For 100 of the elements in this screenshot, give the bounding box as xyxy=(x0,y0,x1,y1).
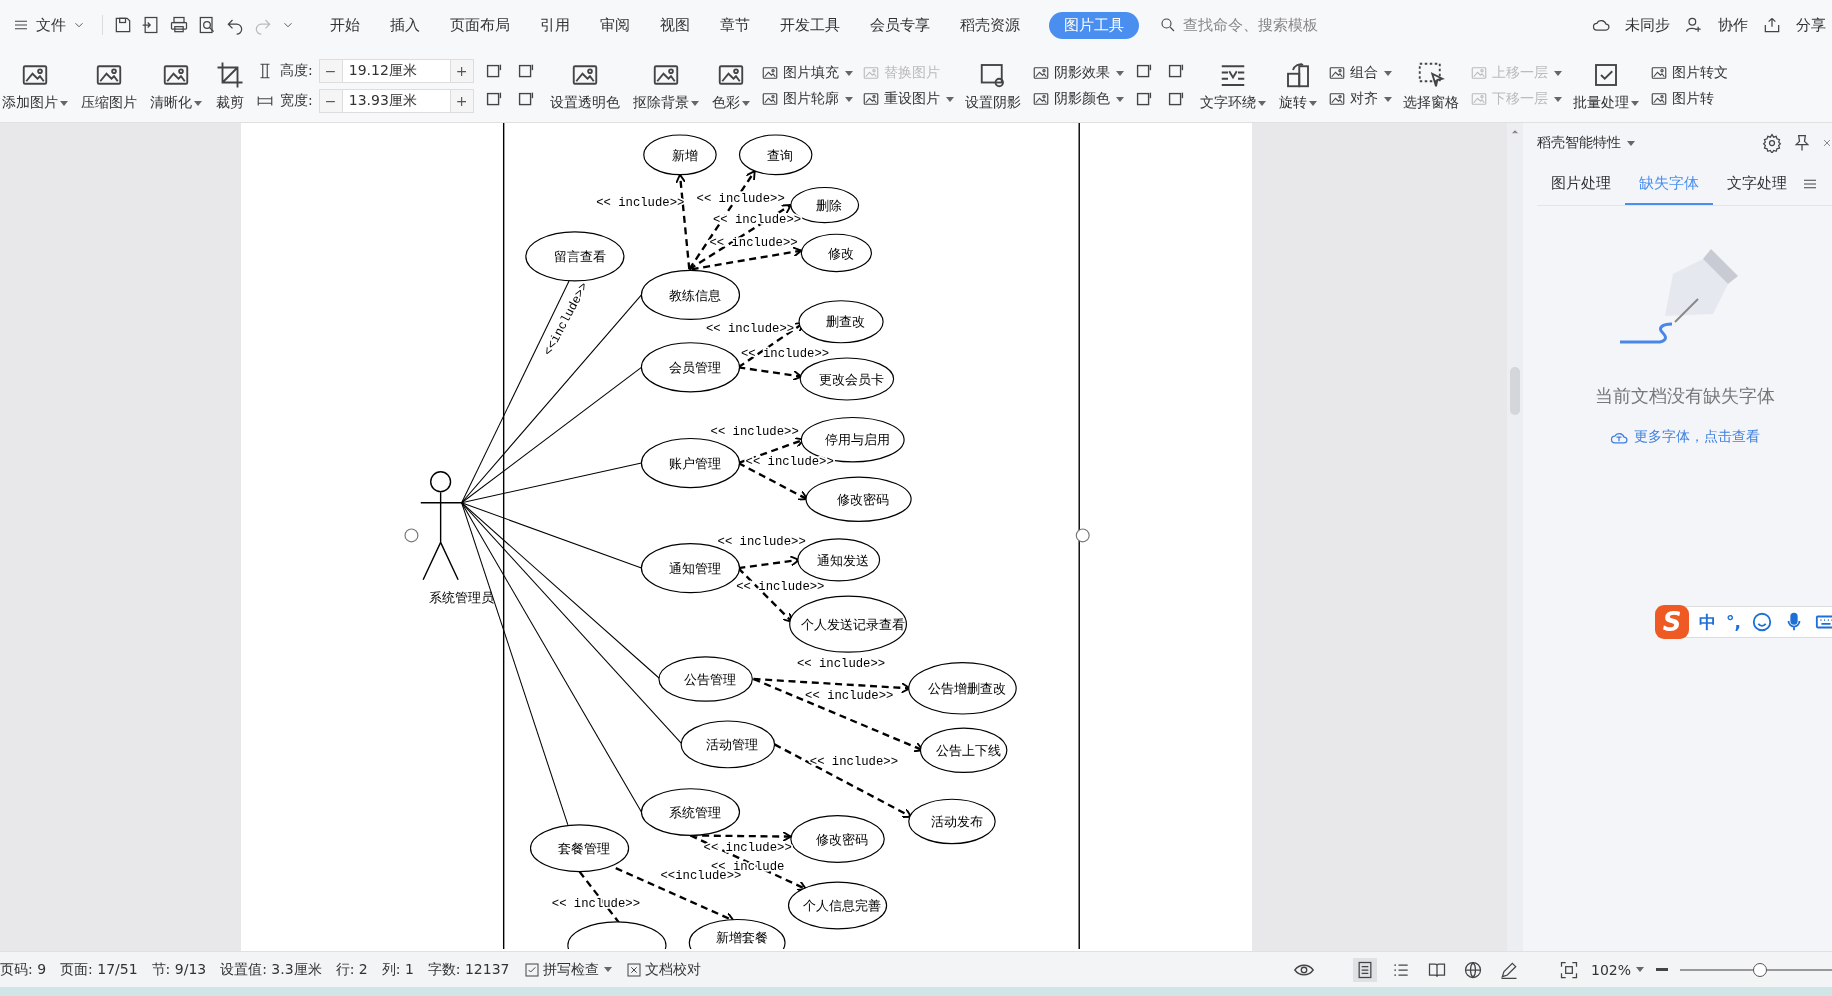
caret-icon xyxy=(1308,100,1317,106)
toolbar-action[interactable]: 未同步 xyxy=(1625,15,1670,35)
use-case-label: 留言查看 xyxy=(553,249,606,265)
ribbon-button[interactable]: 阴影效果 xyxy=(1031,64,1124,82)
use-case-label: 公告管理 xyxy=(684,671,737,687)
decrement-button[interactable]: − xyxy=(318,89,343,113)
search-field[interactable]: 查找命令、搜索模板 xyxy=(1181,15,1355,35)
include-label: << include>> xyxy=(809,755,898,770)
ime-punctuation[interactable]: °, xyxy=(1726,612,1741,632)
smiley-icon xyxy=(1750,611,1773,633)
ribbon-button[interactable]: 压缩图片 xyxy=(79,60,139,112)
use-case-label: 查询 xyxy=(767,147,794,163)
status-item: 设置值: 3.3厘米 xyxy=(220,960,322,979)
panel-tab[interactable]: 图片处理 xyxy=(1537,163,1625,205)
ime-mode[interactable]: 中 xyxy=(1699,610,1716,634)
scrollbar-thumb[interactable] xyxy=(1510,367,1520,415)
ribbon-button[interactable]: 抠除背景 xyxy=(630,60,701,112)
use-case-label: 系统管理 xyxy=(669,804,722,820)
ribbon-button[interactable]: 重设图片 xyxy=(861,90,954,108)
ribbon-tab[interactable]: 审阅 xyxy=(585,11,645,39)
caret-icon xyxy=(1383,96,1392,102)
include-label: << include>> xyxy=(805,688,894,703)
file-menu[interactable]: 文件 xyxy=(36,15,66,35)
ribbon-tab[interactable]: 开始 xyxy=(315,11,375,39)
settings-icon xyxy=(1762,133,1782,153)
caret-icon xyxy=(603,967,612,972)
use-case-label: 通知发送 xyxy=(817,552,870,568)
ribbon-button[interactable]: 图片转 xyxy=(1649,90,1728,108)
increment-button[interactable]: + xyxy=(449,89,474,113)
include-label: << include>> xyxy=(736,580,825,595)
size-label: 宽度: xyxy=(280,92,313,110)
ribbon-button[interactable]: 组合 xyxy=(1327,64,1392,82)
print-icon xyxy=(169,15,189,35)
ribbon-button[interactable]: 对齐 xyxy=(1327,90,1392,108)
use-case-label: 个人信息完善 xyxy=(803,898,882,914)
ribbon-button[interactable]: 旋转 xyxy=(1276,60,1319,112)
ribbon-button[interactable]: 色彩 xyxy=(709,60,752,112)
zoom-level[interactable]: 102% xyxy=(1590,961,1644,978)
panel-tab[interactable]: 文字处理 xyxy=(1713,163,1801,205)
ribbon-tab[interactable]: 章节 xyxy=(705,11,765,39)
increment-button[interactable]: + xyxy=(449,59,474,83)
use-case-label: 新增套餐 xyxy=(715,929,768,945)
caret-icon xyxy=(60,100,68,106)
ribbon-tab[interactable]: 插入 xyxy=(375,11,435,39)
ribbon-tab[interactable]: 页面布局 xyxy=(435,11,525,39)
ribbon-button[interactable]: 添加图片 xyxy=(0,60,70,112)
size-field[interactable]: 19.12厘米 xyxy=(342,59,450,83)
use-case-label: 公告增删查改 xyxy=(928,681,1007,696)
include-label: << include>> xyxy=(596,196,685,211)
include-label: << include>> xyxy=(796,657,886,672)
toolbar-action[interactable]: 分享 xyxy=(1796,15,1826,35)
ribbon-tab[interactable]: 稻壳资源 xyxy=(945,11,1035,39)
ribbon-button[interactable]: 图片填充 xyxy=(760,64,853,82)
include-label: << include>> xyxy=(709,235,798,250)
toolbar-action[interactable]: 协作 xyxy=(1718,15,1748,35)
include-label: << include>> xyxy=(551,896,640,911)
spell-check-button[interactable]: 拼写检查 xyxy=(523,960,612,979)
use-case-ellipse xyxy=(800,233,872,273)
selection-handle[interactable] xyxy=(1075,528,1090,543)
ribbon-button[interactable]: 文字环绕 xyxy=(1197,60,1268,112)
ribbon-button[interactable]: 批量处理 xyxy=(1570,60,1641,112)
ribbon-button[interactable]: 选择窗格 xyxy=(1400,60,1461,112)
ribbon-button[interactable]: 设置阴影 xyxy=(962,60,1023,112)
checkbox-icon xyxy=(523,961,540,978)
ribbon-tab[interactable]: 会员专享 xyxy=(855,11,945,39)
share-icon xyxy=(1762,15,1782,35)
ribbon-button[interactable]: 裁剪 xyxy=(213,60,247,112)
caret-icon xyxy=(1115,96,1124,102)
use-case-label: 活动管理 xyxy=(706,737,759,753)
ribbon-button[interactable]: 清晰化 xyxy=(148,60,204,112)
page-view-button[interactable] xyxy=(1352,957,1377,982)
include-label: << include>> xyxy=(745,455,834,470)
status-item: 页码: 9 xyxy=(0,960,47,979)
include-label: << include>> xyxy=(710,425,799,439)
use-case-label: 通知管理 xyxy=(669,560,722,576)
use-case-label: 停用与启用 xyxy=(824,432,890,448)
caret-icon xyxy=(1383,70,1392,76)
proofread-button[interactable]: 文档校对 xyxy=(625,960,701,979)
use-case-label: 会员管理 xyxy=(669,360,722,375)
include-label: << include>> xyxy=(703,840,792,855)
slider-thumb[interactable] xyxy=(1753,962,1767,977)
ribbon-button[interactable]: 设置透明色 xyxy=(547,60,622,112)
save-icon xyxy=(113,15,133,35)
ribbon-tab[interactable]: 引用 xyxy=(525,11,585,39)
ribbon-button[interactable]: 图片轮廓 xyxy=(760,90,853,108)
caret-icon xyxy=(1553,96,1562,102)
ribbon-button[interactable]: 阴影颜色 xyxy=(1031,90,1124,108)
more-fonts-link[interactable]: 更多字体，点击查看 xyxy=(1603,426,1766,448)
ribbon-tab[interactable]: 视图 xyxy=(645,11,705,39)
panel-title[interactable]: 稻壳智能特性 xyxy=(1537,134,1621,152)
selection-handle[interactable] xyxy=(404,528,419,543)
size-field[interactable]: 13.93厘米 xyxy=(342,89,450,113)
image-icon xyxy=(861,90,880,108)
caret-icon xyxy=(1115,70,1124,76)
ribbon-button[interactable]: 图片转文 xyxy=(1649,64,1728,82)
status-item: 节: 9/13 xyxy=(151,960,207,979)
ribbon-tab[interactable]: 开发工具 xyxy=(765,11,855,39)
decrement-button[interactable]: − xyxy=(318,59,343,83)
image-icon xyxy=(1327,64,1346,82)
use-case-label: 修改密码 xyxy=(816,831,869,847)
